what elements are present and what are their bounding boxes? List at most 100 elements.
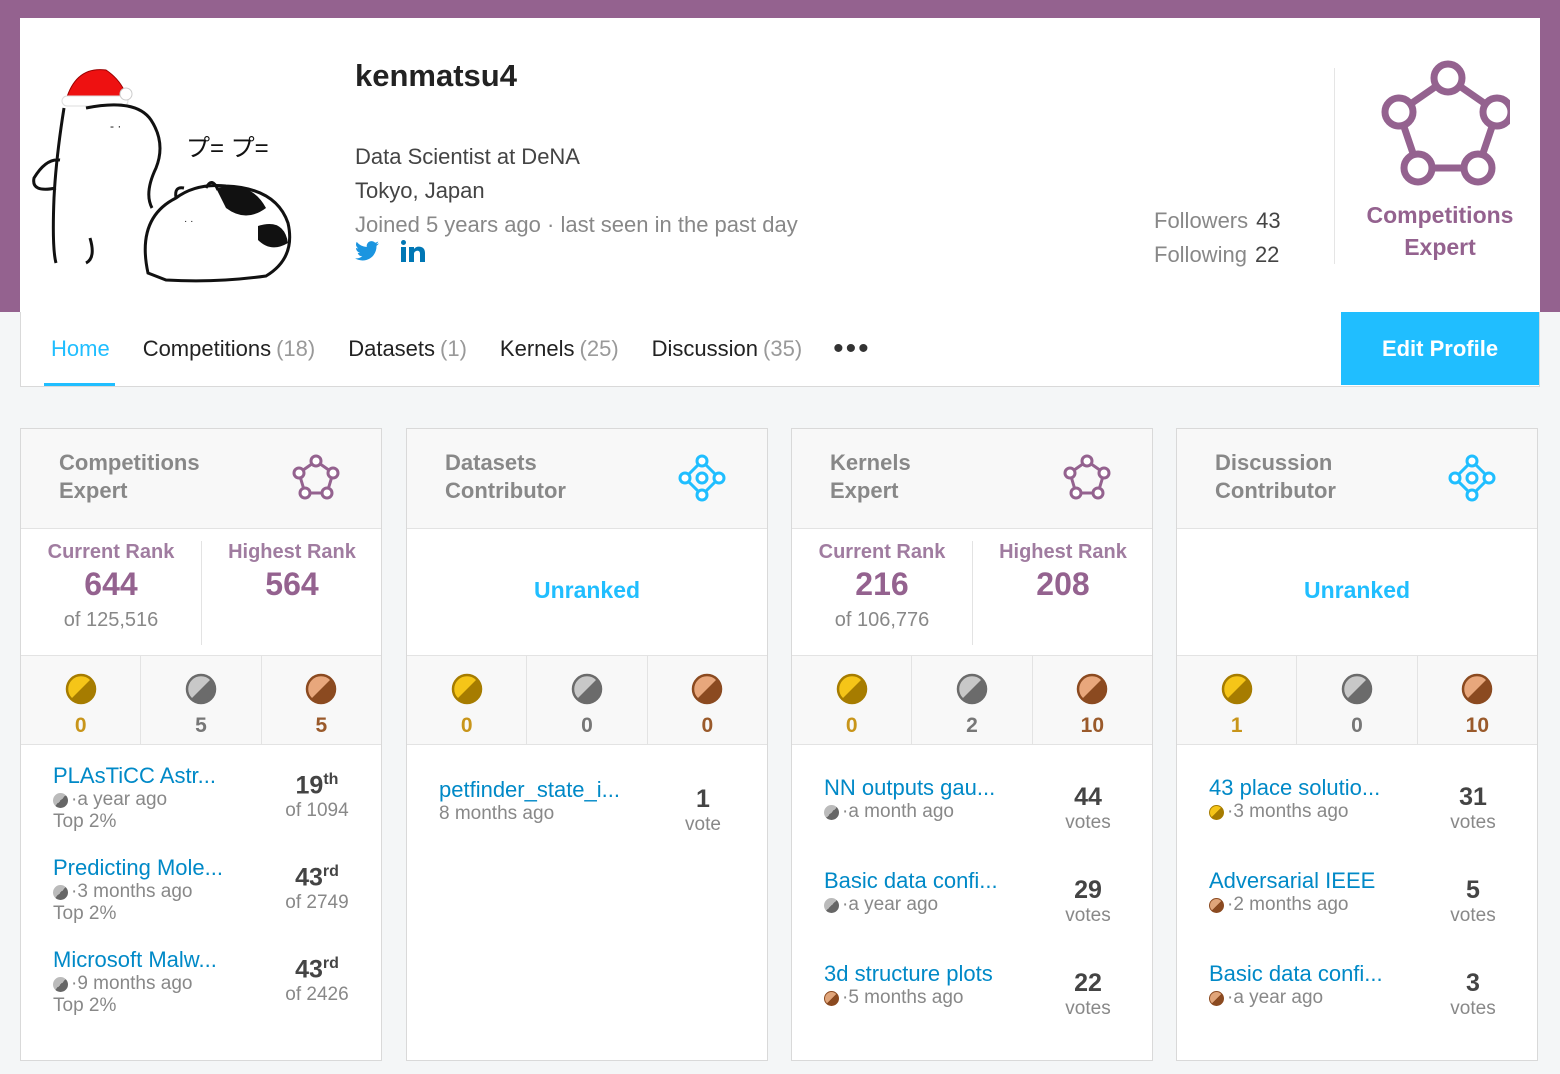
tab-kernels[interactable]: Kernels (25) xyxy=(500,312,619,386)
unranked-label: Unranked xyxy=(1303,577,1411,603)
location: Tokyo, Japan xyxy=(355,178,485,203)
bronze-medal-icon xyxy=(691,673,723,709)
gold-count: 0 xyxy=(74,714,87,737)
item-time: ·3 months ago xyxy=(1227,801,1349,822)
tab-datasets[interactable]: Datasets (1) xyxy=(348,312,467,386)
card-header: Discussion Contributor xyxy=(1177,429,1537,529)
item-title-link[interactable]: Basic data confi... xyxy=(824,868,1024,894)
current-rank-label: Current Rank xyxy=(818,541,946,563)
item-title-link[interactable]: PLAsTiCC Astr... xyxy=(53,763,253,789)
occupation: Data Scientist at DeNA xyxy=(355,144,580,169)
item-time: ·a month ago xyxy=(842,801,954,822)
card-tier: Contributor xyxy=(445,478,566,503)
gold-medal-icon xyxy=(451,673,483,709)
gold-medals: 0 xyxy=(21,656,142,744)
item-time: ·9 months ago xyxy=(71,973,193,994)
edit-profile-button[interactable]: Edit Profile xyxy=(1341,312,1539,385)
item-title-link[interactable]: Microsoft Malw... xyxy=(53,947,253,973)
silver-medal-icon xyxy=(956,673,988,709)
bronze-medal-icon xyxy=(1461,673,1493,709)
placement: 43rd of 2749 xyxy=(277,863,357,914)
placement-rank: 43 xyxy=(295,955,323,984)
bronze-medals: 5 xyxy=(262,656,381,744)
tab-competitions[interactable]: Competitions (18) xyxy=(143,312,316,386)
bronze-medals: 0 xyxy=(648,656,767,744)
item-title-link[interactable]: Basic data confi... xyxy=(1209,961,1409,987)
item-title-link[interactable]: NN outputs gau... xyxy=(824,775,1024,801)
highest-rank-value: 208 xyxy=(1036,566,1090,602)
card-tier: Expert xyxy=(59,478,128,503)
contributor-tier-icon xyxy=(677,453,727,508)
silver-medal-icon xyxy=(53,976,68,992)
item-title-link[interactable]: petfinder_state_i... xyxy=(439,777,639,803)
silver-medals: 0 xyxy=(1297,656,1418,744)
bronze-medals: 10 xyxy=(1033,656,1152,744)
card-title[interactable]: Discussion Contributor xyxy=(1215,449,1415,505)
gold-medals: 1 xyxy=(1177,656,1298,744)
current-rank-value: 644 xyxy=(84,566,138,602)
list-item: NN outputs gau... ·a month ago 44 votes xyxy=(824,775,1134,833)
follow-stats: Followers 43 Following 22 xyxy=(1154,204,1281,272)
silver-medal-icon xyxy=(185,673,217,709)
silver-medals: 5 xyxy=(141,656,262,744)
item-title-link[interactable]: 3d structure plots xyxy=(824,961,1024,987)
card-title[interactable]: Competitions Expert xyxy=(59,449,259,505)
vote-number: 22 xyxy=(1074,969,1102,997)
highest-rank: Highest Rank 208 xyxy=(973,541,1153,603)
placement-suffix: th xyxy=(323,771,339,788)
item-time: ·a year ago xyxy=(71,789,168,810)
twitter-icon[interactable] xyxy=(355,241,379,261)
card-title[interactable]: Kernels Expert xyxy=(830,449,1030,505)
followers-link[interactable]: Followers 43 xyxy=(1154,204,1281,238)
vote-count: 3 votes xyxy=(1433,969,1513,1020)
tier-level: Expert xyxy=(1404,234,1476,260)
expert-tier-icon xyxy=(291,453,341,508)
list-item: Basic data confi... ·a year ago 29 votes xyxy=(824,868,1134,926)
linkedin-icon[interactable] xyxy=(401,240,425,262)
medal-counts: 0 5 5 xyxy=(21,656,381,745)
placement-suffix: rd xyxy=(322,955,339,972)
vote-label: votes xyxy=(1450,812,1496,833)
card-title[interactable]: Datasets Contributor xyxy=(445,449,645,505)
current-rank-value: 216 xyxy=(855,566,909,602)
tab-discussion[interactable]: Discussion (35) xyxy=(652,312,803,386)
bronze-medal-icon xyxy=(1209,897,1224,913)
vote-number: 1 xyxy=(696,785,710,813)
tab-home[interactable]: Home xyxy=(44,312,115,386)
silver-medal-icon xyxy=(1341,673,1373,709)
silver-medals: 0 xyxy=(527,656,648,744)
highest-rank: Highest Rank 564 xyxy=(202,541,382,603)
contributor-tier-icon xyxy=(1447,453,1497,508)
avatar[interactable]: - · · · プ= プ= xyxy=(26,48,326,288)
medal-counts: 0 0 0 xyxy=(407,656,767,745)
vote-count: 29 votes xyxy=(1048,876,1128,927)
item-time: ·a year ago xyxy=(842,894,939,915)
rank-section: Unranked xyxy=(1177,529,1537,656)
vote-count: 1 vote xyxy=(663,785,743,836)
silver-medal-icon xyxy=(824,897,839,913)
item-time: ·3 months ago xyxy=(71,881,193,902)
vote-number: 5 xyxy=(1466,876,1480,904)
gold-count: 1 xyxy=(1230,714,1243,737)
overall-tier[interactable]: Competitions Expert xyxy=(1360,56,1520,263)
item-time: ·2 months ago xyxy=(1227,894,1349,915)
following-link[interactable]: Following 22 xyxy=(1154,238,1281,272)
rank-total: of 106,776 xyxy=(834,609,930,631)
vote-number: 29 xyxy=(1074,876,1102,904)
item-title-link[interactable]: 43 place solutio... xyxy=(1209,775,1409,801)
svg-text:· ·: · · xyxy=(184,216,193,227)
vote-label: votes xyxy=(1065,998,1111,1019)
list-item: Microsoft Malw... ·9 months ago Top 2% 4… xyxy=(53,947,363,1017)
expert-tier-icon xyxy=(1381,60,1515,186)
unranked-label: Unranked xyxy=(533,577,641,603)
item-title-link[interactable]: Predicting Mole... xyxy=(53,855,253,881)
gold-medal-icon xyxy=(65,673,97,709)
more-menu-icon[interactable]: ••• xyxy=(833,332,871,366)
vote-label: votes xyxy=(1065,812,1111,833)
list-item: petfinder_state_i... 8 months ago 1 vote xyxy=(439,777,749,835)
social-links xyxy=(355,240,425,262)
rank-section: Unranked xyxy=(407,529,767,656)
gold-medal-icon xyxy=(1221,673,1253,709)
item-title-link[interactable]: Adversarial IEEE xyxy=(1209,868,1409,894)
gold-medals: 0 xyxy=(792,656,913,744)
